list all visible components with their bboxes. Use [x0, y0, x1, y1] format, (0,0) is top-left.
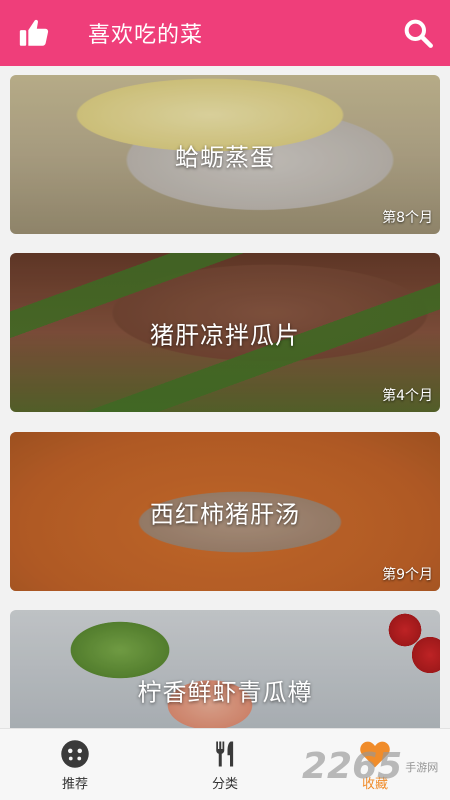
tab-label: 分类 — [211, 777, 238, 792]
dish-card[interactable]: 猪肝凉拌瓜片 第4个月 — [10, 253, 440, 412]
watermark-number: 2265 — [302, 746, 403, 787]
dish-card[interactable]: 柠香鲜虾青瓜樽 — [10, 610, 440, 728]
tab-recommend[interactable]: 推荐 — [0, 729, 150, 800]
dish-age: 第8个月 — [382, 210, 433, 226]
utensils-icon — [216, 741, 234, 767]
dish-card[interactable]: 西红柿猪肝汤 第9个月 — [10, 432, 440, 591]
tab-category[interactable]: 分类 — [150, 729, 300, 800]
dish-name: 西红柿猪肝汤 — [150, 500, 300, 528]
face-icon — [61, 740, 89, 768]
dish-name: 猪肝凉拌瓜片 — [150, 321, 300, 349]
dish-age: 第9个月 — [382, 567, 433, 583]
dish-list: 蛤蛎蒸蛋 第8个月 猪肝凉拌瓜片 第4个月 西红柿猪肝汤 第9个月 柠香鲜虾青瓜… — [0, 66, 450, 728]
search-button[interactable] — [398, 13, 438, 53]
watermark-text: 手游网 — [405, 760, 439, 774]
dish-card[interactable]: 蛤蛎蒸蛋 第8个月 — [10, 75, 440, 234]
app-header: 喜欢吃的菜 — [0, 0, 450, 66]
dish-name: 蛤蛎蒸蛋 — [175, 143, 275, 171]
like-button[interactable] — [14, 13, 54, 53]
page-title: 喜欢吃的菜 — [88, 23, 204, 48]
search-icon — [404, 19, 433, 48]
tab-label: 推荐 — [61, 777, 88, 792]
dish-name: 柠香鲜虾青瓜樽 — [137, 678, 313, 706]
site-watermark: 2265 手游网 — [302, 746, 438, 787]
thumbs-up-icon — [19, 19, 49, 46]
dish-age: 第4个月 — [382, 388, 433, 404]
